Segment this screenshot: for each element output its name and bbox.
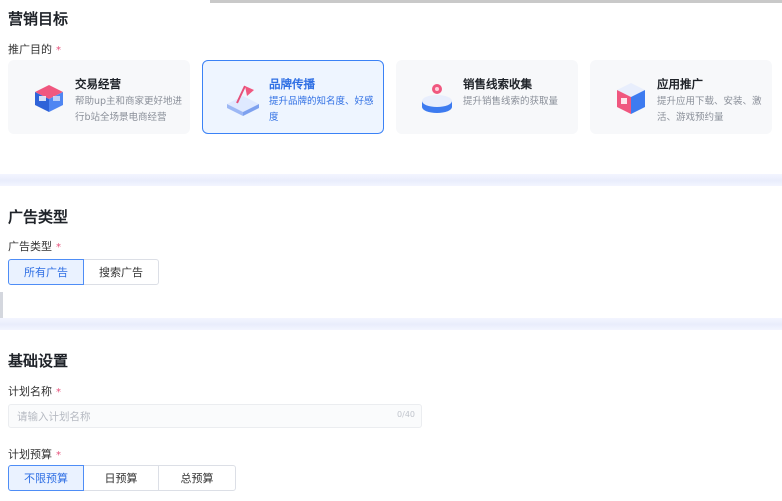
goal-card-leads[interactable]: 销售线索收集 提升销售线索的获取量 xyxy=(396,60,578,134)
plan-name-field: 0/40 xyxy=(8,404,422,428)
top-scroll-indicator xyxy=(210,0,782,3)
goal-card-desc: 提升品牌的知名度、好感度 xyxy=(269,96,374,123)
section-title-ad-type: 广告类型 xyxy=(8,208,69,226)
app-box-icon xyxy=(617,83,645,114)
required-mark: * xyxy=(56,387,61,398)
ad-type-selector: 所有广告 搜索广告 xyxy=(8,259,159,285)
promotion-goal-cards: 交易经营 帮助up主和商家更好地进行b站全场景电商经营 品牌传播 提升品牌的知名… xyxy=(8,60,782,136)
goal-card-title: 应用推广 xyxy=(657,77,703,91)
side-marker xyxy=(0,292,3,318)
promotion-purpose-label: 推广目的 * xyxy=(8,43,61,56)
section-divider xyxy=(0,318,782,330)
budget-option-daily[interactable]: 日预算 xyxy=(83,465,159,491)
section-divider xyxy=(0,174,782,186)
goal-card-desc: 帮助up主和商家更好地进行b站全场景电商经营 xyxy=(75,96,183,123)
required-mark: * xyxy=(56,242,61,253)
goal-card-desc: 提升销售线索的获取量 xyxy=(463,96,559,107)
ad-type-option-search[interactable]: 搜索广告 xyxy=(83,259,159,285)
goal-card-trade[interactable]: 交易经营 帮助up主和商家更好地进行b站全场景电商经营 xyxy=(8,60,190,134)
shop-cube-icon xyxy=(35,85,63,112)
goal-card-desc: 提升应用下载、安装、激活、游戏预约量 xyxy=(657,96,762,123)
goal-card-title: 品牌传播 xyxy=(269,77,315,91)
section-title-basic-settings: 基础设置 xyxy=(8,352,69,370)
ad-type-option-all[interactable]: 所有广告 xyxy=(8,259,84,285)
budget-option-total[interactable]: 总预算 xyxy=(158,465,236,491)
goal-card-brand[interactable]: 品牌传播 提升品牌的知名度、好感度 xyxy=(202,60,384,134)
plan-name-char-counter: 0/40 xyxy=(397,410,415,419)
section-title-marketing-goal: 营销目标 xyxy=(8,10,69,28)
plan-name-input[interactable] xyxy=(9,406,385,428)
required-mark: * xyxy=(56,450,61,461)
budget-type-selector: 不限预算 日预算 总预算 xyxy=(8,465,236,491)
budget-option-unlimited[interactable]: 不限预算 xyxy=(8,465,84,491)
plan-name-label: 计划名称 * xyxy=(8,385,61,398)
lead-disc-icon xyxy=(422,84,452,113)
goal-card-app[interactable]: 应用推广 提升应用下载、安装、激活、游戏预约量 xyxy=(590,60,772,134)
goal-card-title: 销售线索收集 xyxy=(463,77,532,91)
ad-type-label: 广告类型 * xyxy=(8,240,61,253)
brand-flag-icon xyxy=(227,85,259,116)
required-mark: * xyxy=(56,45,61,56)
plan-budget-label: 计划预算 * xyxy=(8,448,61,461)
goal-card-title: 交易经营 xyxy=(75,77,121,91)
